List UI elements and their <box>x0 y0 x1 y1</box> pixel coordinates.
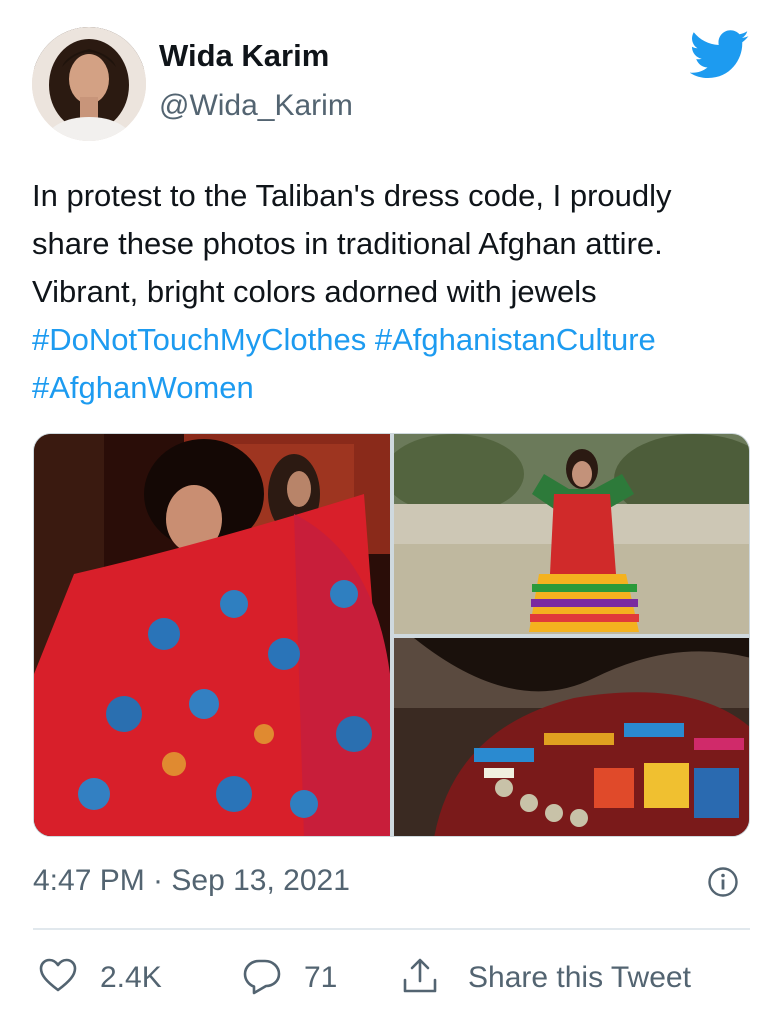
photo-field[interactable] <box>394 434 749 634</box>
share-icon <box>400 956 440 1001</box>
reply-button[interactable]: 71 <box>242 956 337 1000</box>
share-button[interactable]: Share this Tweet <box>400 956 691 1000</box>
heart-icon <box>38 956 78 1001</box>
tweet-timestamp[interactable]: 4:47 PM · Sep 13, 2021 <box>33 866 350 896</box>
media-grid <box>33 433 750 837</box>
hashtag-link[interactable]: #AfghanistanCulture <box>375 322 656 357</box>
author-handle[interactable]: @Wida_Karim <box>159 91 353 121</box>
reply-count: 71 <box>304 961 338 994</box>
tweet-text-line: share these photos in traditional Afghan… <box>32 226 663 261</box>
tweet-text: In protest to the Taliban's dress code, … <box>32 172 757 412</box>
photo-red-dress[interactable] <box>34 434 390 836</box>
avatar-image <box>32 27 146 141</box>
hashtag-line: #DoNotTouchMyClothes #AfghanistanCulture <box>32 316 757 364</box>
reply-bubble-icon <box>242 956 282 1001</box>
tweet-text-line: Vibrant, bright colors adorned with jewe… <box>32 274 597 309</box>
hashtag-link[interactable]: #AfghanWomen <box>32 370 254 405</box>
tweet-card: Wida Karim @Wida_Karim In protest to the… <box>0 0 783 1024</box>
hashtag-line: #AfghanWomen <box>32 364 757 412</box>
hashtag-link[interactable]: #DoNotTouchMyClothes <box>32 322 366 357</box>
twitter-bird-icon <box>689 30 750 80</box>
divider <box>33 928 750 930</box>
share-label: Share this Tweet <box>468 961 691 994</box>
author-name[interactable]: Wida Karim <box>159 40 329 71</box>
avatar[interactable] <box>32 27 146 141</box>
tweet-text-line: In protest to the Taliban's dress code, … <box>32 178 672 213</box>
like-button[interactable]: 2.4K <box>38 956 162 1000</box>
like-count: 2.4K <box>100 961 162 994</box>
info-icon[interactable] <box>707 866 739 898</box>
photo-embroidery[interactable] <box>394 638 749 836</box>
